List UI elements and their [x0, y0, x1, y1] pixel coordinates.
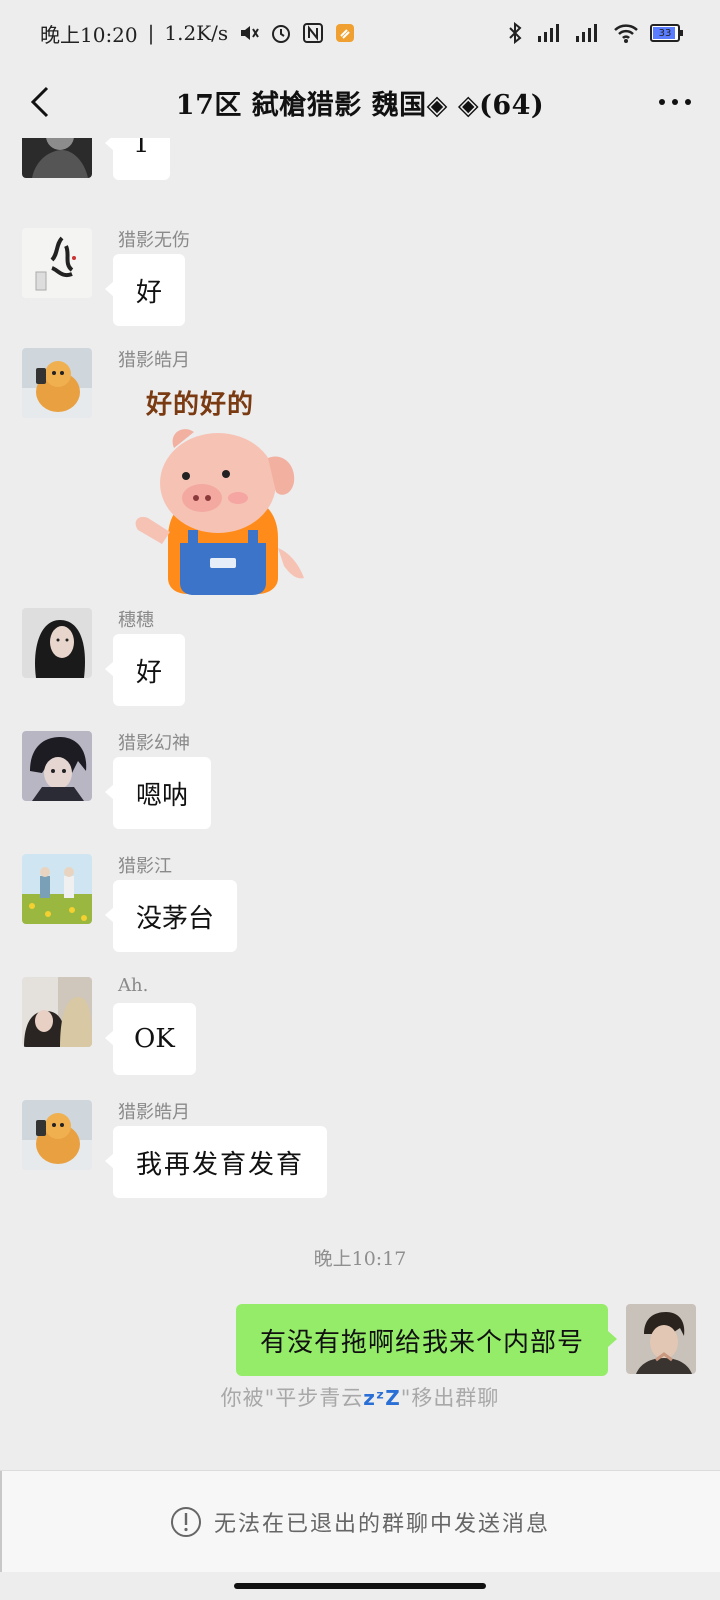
flower-field-avatar[interactable] [22, 854, 92, 924]
network-speed: 1.2K/s [164, 21, 229, 45]
sender-name: 猎影皓月 [118, 1102, 190, 1123]
message-timestamp: 晚上10:17 [313, 1248, 407, 1270]
message-bubble[interactable]: 没茅台 [104, 880, 238, 952]
nfc-icon [303, 23, 324, 43]
sender-name: 猎影幻神 [118, 733, 190, 754]
status-right: 33 [504, 22, 683, 44]
sticker-caption: 好的好的 [146, 390, 255, 420]
status-time: 晚上10:20 [40, 22, 138, 47]
chat-title: 17区 弑槍猎影 魏国◈ ◈(64) [175, 89, 545, 121]
back-button[interactable] [20, 82, 60, 122]
calligraphy-avatar[interactable] [22, 228, 92, 298]
sender-name: Ah. [118, 975, 149, 996]
bluetooth-icon [509, 22, 522, 44]
chat-header: 17区 弑槍猎影 魏国◈ ◈(64) [0, 66, 720, 138]
mute-icon [241, 26, 259, 40]
app-notification-icon [336, 24, 355, 42]
couple-avatar[interactable] [22, 977, 92, 1047]
pig-sticker-icon [135, 429, 304, 595]
system-message-prefix: 你被"平步青云 [220, 1386, 364, 1410]
exclamation-circle-icon [170, 1506, 201, 1537]
message-bubble[interactable]: 我再发育发育 [104, 1126, 328, 1198]
exited-group-notice-bar: 无法在已退出的群聊中发送消息 [0, 1470, 720, 1572]
sticker[interactable]: 好的好的 [118, 378, 328, 598]
message-bubble[interactable]: 1 [105, 138, 170, 180]
my-avatar[interactable] [626, 1304, 696, 1374]
more-options-button[interactable] [650, 82, 700, 122]
home-indicator[interactable] [234, 1583, 486, 1589]
status-separator: | [147, 21, 155, 45]
wifi-icon [614, 24, 638, 43]
system-message-suffix: "移出群聊 [400, 1386, 500, 1410]
my-message-bubble[interactable]: 有没有拖啊给我来个内部号 [235, 1304, 618, 1376]
battery-icon: 33 [650, 24, 683, 42]
sender-name: 猎影江 [118, 856, 172, 877]
message-bubble[interactable]: OK [105, 1003, 196, 1075]
message-bubble[interactable]: 嗯呐 [104, 757, 212, 829]
anime-boy-avatar[interactable] [22, 731, 92, 801]
exited-group-notice-text: 无法在已退出的群聊中发送消息 [213, 1511, 550, 1537]
sender-name: 猎影无伤 [118, 230, 190, 251]
zzz-emoji: zᶻZ [363, 1386, 401, 1410]
chevron-left-icon [30, 86, 49, 118]
system-message: 你被"平步青云zᶻZ"移出群聊 [0, 1382, 720, 1412]
signal-hd-1-icon [538, 24, 559, 42]
message-bubble[interactable]: 好 [104, 254, 186, 326]
signal-hd-2-icon [576, 24, 597, 42]
dark-figure-avatar[interactable] [22, 138, 92, 178]
chat-list[interactable]: 1 猎影无伤 好 猎影皓月 好的好的 穗穗 好 猎影幻神 嗯呐 猎影江 没茅台 … [0, 138, 720, 1470]
girl-avatar[interactable] [22, 608, 92, 678]
battery-level: 33 [658, 27, 672, 39]
more-dots-icon [659, 99, 691, 105]
orange-cat-avatar[interactable] [22, 1100, 92, 1170]
status-left: 晚上10:20 | 1.2K/s [40, 19, 356, 48]
status-bar: 晚上10:20 | 1.2K/s 33 [0, 0, 720, 66]
message-bubble[interactable]: 好 [104, 634, 186, 706]
orange-cat-avatar[interactable] [22, 348, 92, 418]
sender-name: 猎影皓月 [118, 350, 190, 371]
sender-name: 穗穗 [118, 610, 154, 631]
alarm-icon [272, 25, 291, 43]
